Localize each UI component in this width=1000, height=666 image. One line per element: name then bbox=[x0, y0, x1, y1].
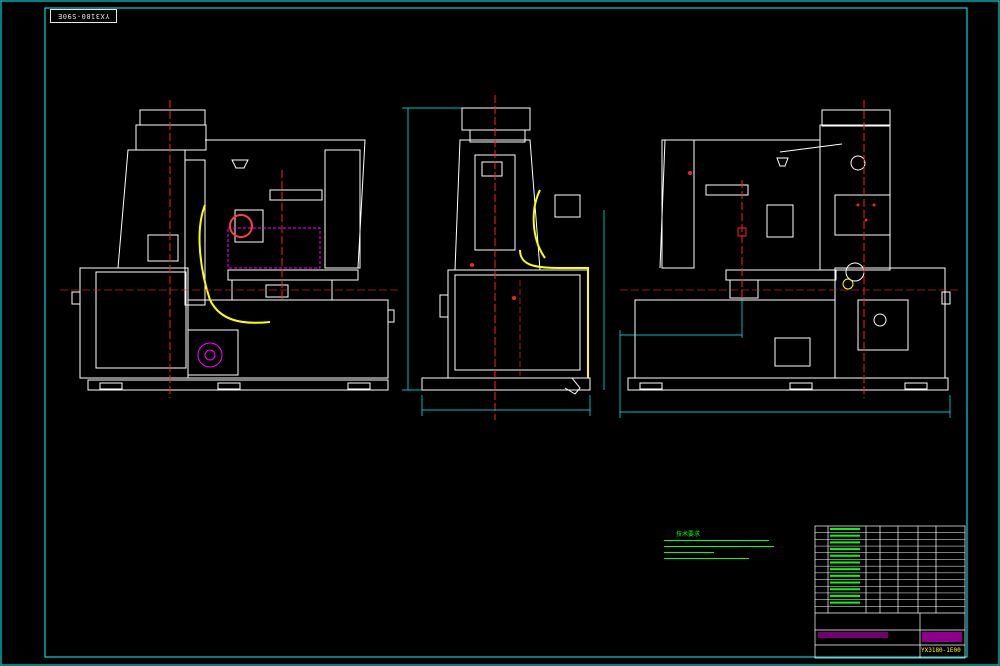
front-elevation-details bbox=[60, 100, 400, 398]
parts-list-entry bbox=[830, 534, 860, 537]
drawing-sheet bbox=[0, 0, 1000, 666]
rear-elevation-dimensions bbox=[619, 298, 951, 418]
parts-list-entry bbox=[830, 561, 860, 564]
title-block-drawing-number: YX3180-1E00 bbox=[921, 647, 961, 654]
notes-heading: 技术要求 bbox=[676, 531, 701, 538]
note-line bbox=[664, 552, 714, 556]
rear-elevation-details bbox=[620, 100, 960, 398]
title-block-name-field bbox=[922, 632, 962, 642]
parts-list-entry bbox=[830, 601, 860, 604]
parts-list-entry bbox=[830, 594, 860, 597]
front-elevation-view bbox=[71, 109, 395, 391]
parts-list-entry bbox=[830, 528, 860, 530]
parts-list-entry bbox=[830, 554, 860, 557]
parts-list-entry bbox=[830, 568, 860, 571]
parts-list-entry bbox=[830, 581, 860, 584]
outer-border bbox=[0, 0, 1000, 666]
technical-notes bbox=[664, 538, 774, 564]
parts-list-entry bbox=[830, 574, 860, 577]
drawing-number-stamp: YX3180-S90E bbox=[50, 9, 117, 23]
parts-list-entry bbox=[830, 588, 860, 591]
parts-list-entry bbox=[830, 548, 860, 551]
parts-list-rows bbox=[815, 528, 965, 607]
side-elevation-view bbox=[421, 107, 591, 395]
parts-list-entry bbox=[830, 541, 860, 544]
rear-elevation-view bbox=[627, 109, 951, 391]
note-line bbox=[664, 540, 769, 544]
note-line bbox=[664, 546, 774, 550]
note-line bbox=[664, 558, 749, 562]
title-block-signature-row bbox=[818, 632, 888, 638]
side-elevation-details bbox=[470, 95, 589, 420]
